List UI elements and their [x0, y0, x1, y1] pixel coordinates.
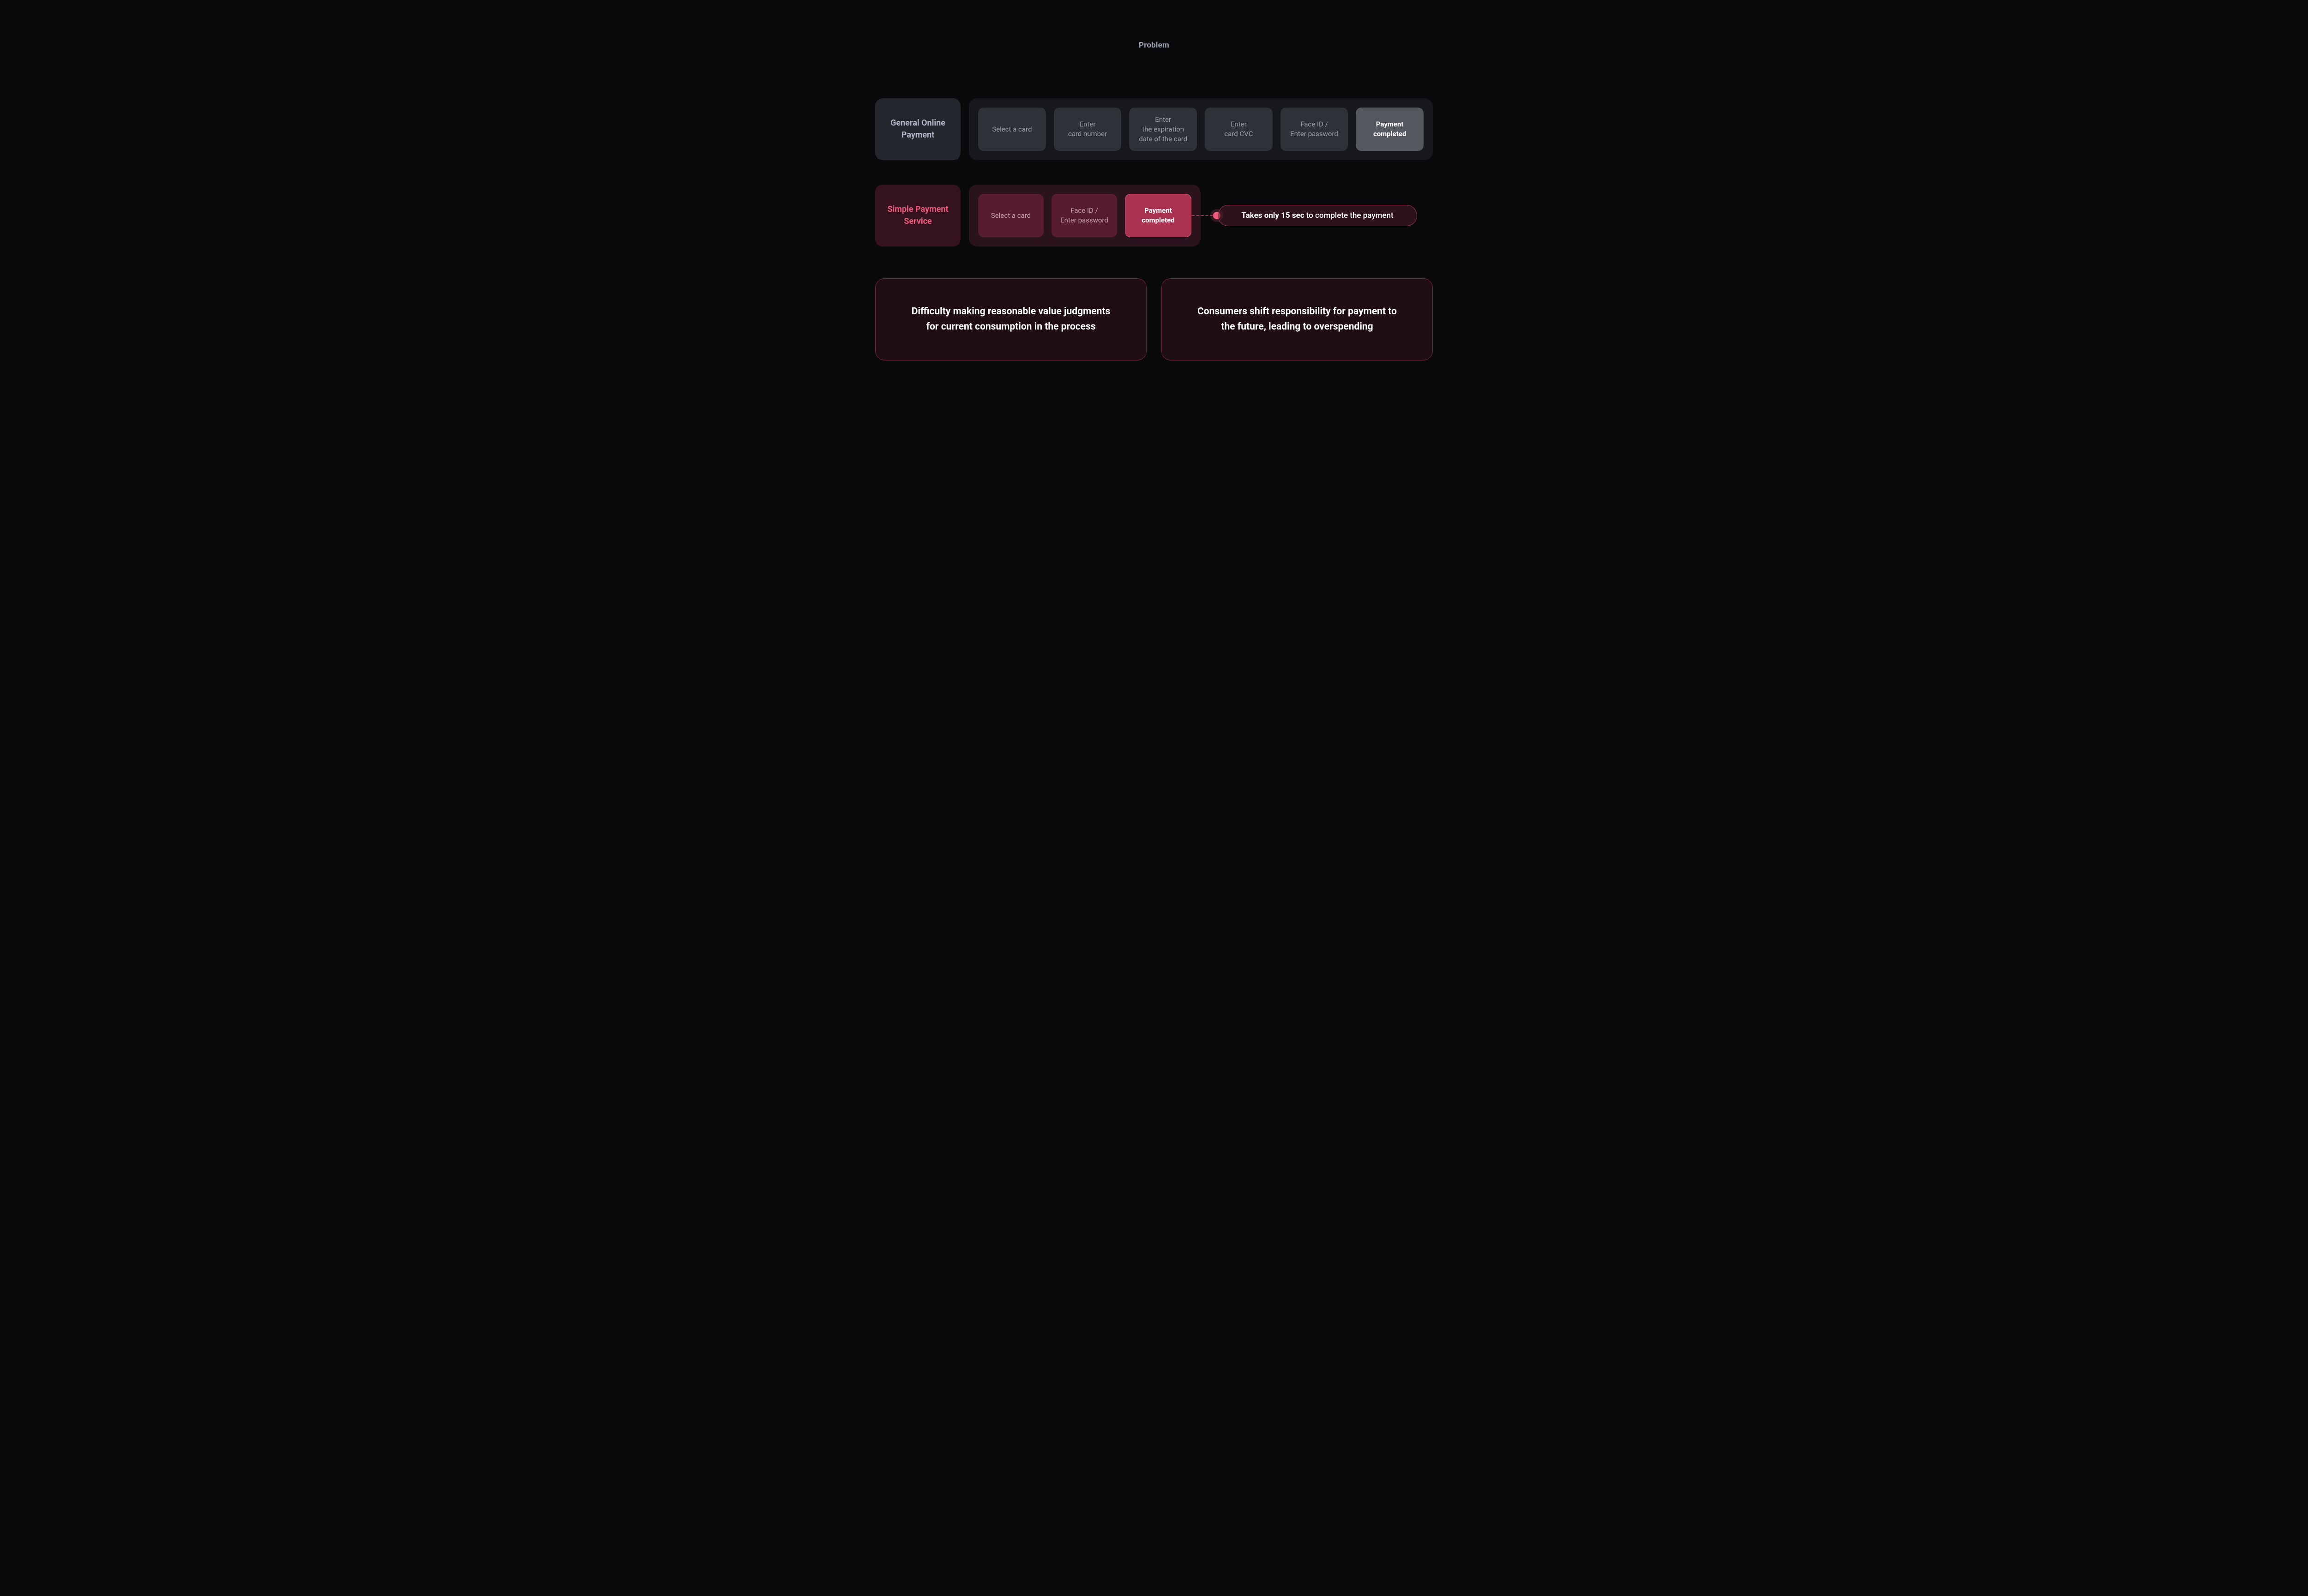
general-step-3: Enter the expiration date of the card [1129, 108, 1197, 151]
general-step-5: Face ID / Enter password [1280, 108, 1348, 151]
problem-diagram: Problem General Online Payment Select a … [849, 0, 1459, 421]
callout-pill: Takes only 15 sec to complete the paymen… [1218, 205, 1417, 226]
row-label-general: General Online Payment [875, 98, 961, 160]
problem-card-2: Consumers shift responsibility for payme… [1161, 278, 1433, 360]
callout-bold: Takes only 15 sec [1241, 211, 1304, 220]
problem-card-1: Difficulty making reasonable value judgm… [875, 278, 1147, 360]
general-step-4: Enter card CVC [1205, 108, 1273, 151]
general-step-6: Payment completed [1356, 108, 1424, 151]
steps-container-simple: Select a card Face ID / Enter password P… [969, 185, 1201, 246]
general-step-1: Select a card [978, 108, 1046, 151]
row-label-simple: Simple Payment Service [875, 185, 961, 246]
simple-step-1: Select a card [978, 194, 1044, 237]
simple-step-2: Face ID / Enter password [1052, 194, 1117, 237]
steps-container-general: Select a card Enter card number Enter th… [969, 98, 1433, 160]
callout-rest: to complete the payment [1306, 211, 1394, 220]
general-step-2: Enter card number [1054, 108, 1122, 151]
section-title: Problem [849, 41, 1459, 50]
simple-step-3: Payment completed [1125, 194, 1191, 237]
problem-cards: Difficulty making reasonable value judgm… [875, 278, 1433, 360]
